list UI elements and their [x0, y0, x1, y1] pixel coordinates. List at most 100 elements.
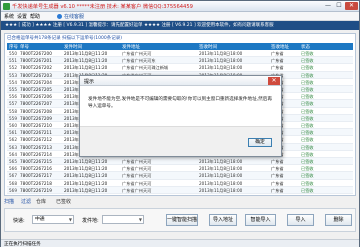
table-cell: 已签收	[301, 144, 314, 150]
table-cell: 2013年11月8日11:20	[64, 180, 108, 186]
table-cell: 已签收	[301, 187, 314, 193]
table-cell: 广东省	[271, 187, 284, 193]
table-cell: 已签收	[301, 173, 314, 179]
table-cell: 550	[9, 51, 17, 56]
table-row[interactable]: 551 7800T2267201 2013年11月8日11:20 广东省广州天河东 20…	[7, 57, 353, 65]
table-cell: 2013年11月8日11:20	[64, 166, 108, 172]
table-cell: 568	[9, 180, 17, 186]
tab-filter[interactable]: 过滤	[21, 198, 31, 205]
dialog-footer: 确定	[80, 126, 281, 156]
dialog-close-button[interactable]: ✕	[268, 77, 280, 85]
results-title: 已合格运单号共178条记录 扫描以下运单号(1000条记录)	[7, 36, 122, 41]
table-cell: 564	[9, 151, 17, 157]
table-cell: 2013年11月8日18:00	[199, 180, 243, 186]
table-cell: 已签收	[301, 87, 314, 92]
table-cell: 554	[9, 79, 17, 85]
table-row[interactable]: 568 7800T2267218 2013年11月8日11:20 广东省广州天河 201…	[7, 180, 353, 187]
table-cell: 2013年11月8日11:20	[64, 58, 108, 64]
tab-scan[interactable]: 扫描	[4, 198, 14, 205]
table-cell: 7800T2267215	[20, 159, 52, 164]
table-cell: 广东省	[271, 166, 284, 172]
table-cell: 7800T2267211	[20, 130, 52, 136]
table-cell: 广东省广州天河东	[122, 58, 156, 64]
table-cell: 7800T2267201	[20, 58, 52, 64]
origin-select[interactable]: ▼	[102, 215, 144, 224]
window-controls: — ☐ ✕	[322, 2, 358, 10]
import-address-button[interactable]: 导入地址	[209, 214, 237, 226]
table-cell: 559	[9, 115, 17, 121]
table-cell: 已签收	[301, 72, 314, 78]
table-cell: 2013年11月8日11:20	[64, 65, 108, 71]
table-row[interactable]: 550 7800T2267200 2013年11月8日11:20 广东省广州天河 201…	[7, 50, 353, 58]
smart-scan-button[interactable]: 一键智能扫描	[166, 214, 198, 226]
minimize-button[interactable]: —	[323, 2, 333, 10]
table-cell: 7800T2267210	[20, 123, 52, 128]
table-cell: 7800T2267208	[20, 108, 52, 114]
action-panel: 快递: 中通 ▼ 发件地: ▼ 一键智能扫描 导入地址 智能导入 导入 删除	[4, 208, 356, 232]
tab-warehouse[interactable]: 仓库	[36, 198, 46, 205]
import-button[interactable]: 导入	[287, 214, 314, 226]
marquee-banner: ★★★ [ 成功 ] ★★★★ 注册 [ V6.9.31 ] 温馨提示：请先配置…	[1, 21, 359, 30]
table-cell: 567	[9, 173, 17, 179]
main-window: 千发快递单号生成器 v6.10 *****未注册 技术: 某某客户 微信QQ:3…	[0, 0, 360, 247]
table-cell: 552	[9, 65, 17, 71]
status-bar: 正在执行扫描任务	[1, 239, 359, 247]
table-cell: 566	[9, 166, 17, 172]
table-cell: 已签收	[301, 115, 314, 121]
table-cell: 广东省	[271, 51, 284, 56]
table-cell: 2013年11月8日11:20	[64, 187, 108, 193]
table-cell: 广东省广州天河	[122, 187, 152, 193]
table-cell: 565	[9, 159, 17, 164]
table-cell: 2013年11月8日18:00	[199, 51, 243, 56]
table-cell: 已签收	[301, 130, 314, 136]
table-row[interactable]: 569 7800T2267219 2013年11月8日11:20 广东省广州天河 201…	[7, 186, 353, 194]
table-row[interactable]: 566 7800T2267216 2013年11月8日11:20 广东省广州天河 201…	[7, 165, 353, 173]
smart-import-button[interactable]: 智能导入	[245, 214, 276, 226]
table-cell: 2013年11月8日11:20	[64, 51, 108, 56]
table-cell: 广东省广州天河	[122, 173, 152, 179]
table-cell: 555	[9, 87, 17, 92]
table-cell: 7800T2267209	[20, 115, 52, 121]
delete-button[interactable]: 删除	[325, 214, 352, 226]
table-row[interactable]: 567 7800T2267217 2013年11月8日11:20 广东省广州天河 201…	[7, 172, 353, 180]
table-cell: 广东省广州天河珠江新城	[122, 65, 169, 71]
chevron-down-icon: ▼	[138, 217, 142, 222]
table-row[interactable]: 552 7800T2267202 2013年11月8日11:20 广东省广州天河珠江新…	[7, 64, 353, 72]
online-service-icon	[57, 14, 62, 19]
courier-select-value: 中通	[35, 217, 45, 222]
table-cell: 7800T2267204	[20, 79, 52, 85]
table-cell: 561	[9, 130, 17, 136]
table-cell: 广东省	[271, 180, 284, 186]
table-cell: 7800T2267206	[20, 94, 52, 100]
table-cell: 广东省广州天河	[122, 180, 152, 186]
menu-help[interactable]: 帮助	[30, 13, 40, 20]
maximize-button[interactable]: ☐	[334, 2, 344, 10]
menu-system[interactable]: 系统	[4, 13, 14, 20]
table-cell: 2013年11月8日18:00	[199, 65, 243, 71]
courier-select[interactable]: 中通 ▼	[32, 215, 74, 224]
table-cell: 已签收	[301, 51, 314, 56]
table-cell: 广东省广州天河	[122, 166, 152, 172]
table-row[interactable]: 565 7800T2267215 2013年11月8日11:20 广东省广州天河 201…	[7, 158, 353, 166]
dialog-title: 提示	[84, 79, 95, 85]
table-cell: 7800T2267202	[20, 65, 52, 71]
close-button[interactable]: ✕	[345, 2, 358, 10]
table-cell: 557	[9, 101, 17, 107]
dialog-ok-button[interactable]: 确定	[248, 138, 272, 147]
menu-settings[interactable]: 设置	[17, 13, 27, 20]
table-cell: 7800T2267214	[20, 151, 52, 157]
app-icon	[3, 3, 10, 10]
table-cell: 7800T2267217	[20, 173, 52, 179]
table-cell: 7800T2267216	[20, 166, 52, 172]
table-cell: 已签收	[301, 180, 314, 186]
grid-header: 序号 单号 发件时间 发件地址 签收时间 签收地址 状态	[7, 43, 353, 50]
table-cell: 已签收	[301, 137, 314, 143]
table-cell: 7800T2267213	[20, 144, 52, 150]
menu-online-service[interactable]: 在线客服	[64, 13, 84, 20]
courier-label: 快递:	[13, 218, 25, 224]
table-cell: 已签收	[301, 123, 314, 128]
tab-signed[interactable]: 已签收	[56, 198, 71, 205]
table-cell: 已签收	[301, 94, 314, 100]
table-cell: 551	[9, 58, 17, 64]
table-cell: 2013年11月8日11:20	[64, 159, 108, 164]
